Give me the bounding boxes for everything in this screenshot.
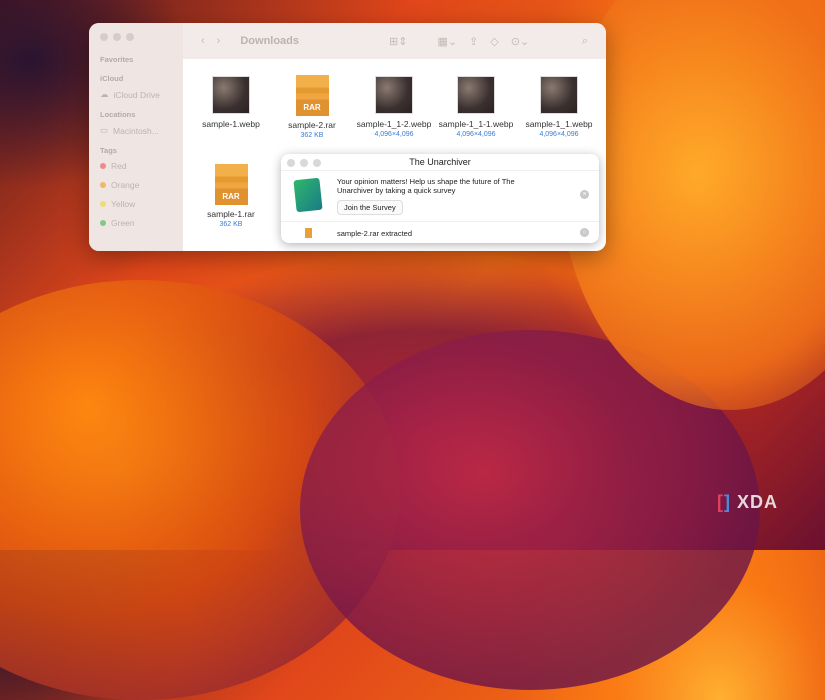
- more-icon[interactable]: ⊙⌄: [511, 35, 529, 48]
- rar-icon: RAR: [214, 164, 248, 205]
- minimize-button[interactable]: [300, 159, 308, 167]
- file-info: 362 KB: [300, 132, 324, 139]
- window-title: Downloads: [240, 35, 300, 47]
- file-item[interactable]: sample-1_1.webp 4,096×4,096: [518, 76, 600, 138]
- forward-icon[interactable]: ›: [217, 35, 221, 47]
- tag-dot-icon: [100, 201, 106, 207]
- sidebar-tag-red[interactable]: Red: [100, 161, 172, 171]
- share-icon[interactable]: ⇪: [469, 35, 478, 48]
- file-info: 4,096×4,096: [539, 131, 579, 138]
- xda-watermark: [] XDA: [717, 492, 779, 512]
- section-locations: Locations: [100, 110, 136, 119]
- file-info: 362 KB: [219, 221, 243, 228]
- window-controls[interactable]: [100, 33, 172, 41]
- reveal-icon[interactable]: ○: [580, 228, 589, 237]
- zoom-button[interactable]: [313, 159, 321, 167]
- join-survey-button[interactable]: Join the Survey: [337, 200, 403, 215]
- file-name: sample-1.rar: [207, 209, 255, 219]
- sidebar-tag-green[interactable]: Green: [100, 218, 172, 228]
- file-info: 4,096×4,096: [374, 131, 414, 138]
- file-name: sample-1_1.webp: [525, 119, 593, 129]
- section-icloud: iCloud: [100, 74, 124, 83]
- sidebar-item-label: Red: [111, 161, 127, 171]
- image-thumbnail: [375, 76, 413, 114]
- survey-message: Your opinion matters! Help us shape the …: [337, 177, 515, 195]
- extraction-row: sample-2.rar extracted ○: [281, 221, 599, 243]
- status-text: sample-2.rar extracted: [337, 229, 413, 238]
- sidebar-item-label: Macintosh...: [113, 125, 159, 136]
- sidebar-item-icloud-drive[interactable]: ☁ iCloud Drive: [100, 89, 172, 100]
- file-item[interactable]: RAR sample-1.rar 362 KB: [190, 164, 272, 228]
- image-thumbnail: [540, 76, 578, 114]
- sidebar-item-label: Orange: [111, 180, 140, 190]
- sidebar-tag-yellow[interactable]: Yellow: [100, 199, 172, 209]
- search-icon[interactable]: ⌕: [582, 35, 588, 48]
- section-favorites: Favorites: [100, 55, 134, 64]
- disk-icon: ▭: [100, 125, 109, 135]
- unarchiver-dialog: The Unarchiver Your opinion matters! Hel…: [281, 154, 599, 243]
- window-controls[interactable]: [287, 159, 321, 167]
- close-button[interactable]: [287, 159, 295, 167]
- back-icon[interactable]: ‹: [201, 35, 205, 47]
- tag-dot-icon: [100, 182, 106, 188]
- minimize-button[interactable]: [113, 33, 121, 41]
- file-name: sample-1.webp: [202, 119, 260, 129]
- dialog-title: The Unarchiver: [409, 157, 471, 167]
- sidebar-tag-orange[interactable]: Orange: [100, 180, 172, 190]
- sidebar-item-label: Green: [111, 218, 135, 228]
- tag-dot-icon: [100, 220, 106, 226]
- tag-icon[interactable]: ◇: [490, 35, 498, 48]
- survey-icon: [293, 177, 323, 213]
- tag-dot-icon: [100, 163, 106, 169]
- file-item[interactable]: sample-1_1-1.webp 4,096×4,096: [435, 76, 517, 138]
- image-thumbnail: [457, 76, 495, 114]
- file-item[interactable]: RAR sample-2.rar 362 KB: [271, 75, 353, 139]
- cloud-icon: ☁: [100, 89, 109, 99]
- sidebar: Favorites iCloud ☁ iCloud Drive Locations…: [89, 23, 183, 251]
- section-tags: Tags: [100, 146, 117, 155]
- toolbar: ‹ › Downloads ⊞⇕ ▦⌄ ⇪ ◇ ⊙⌄ ⌕: [183, 23, 606, 59]
- view-toggle-icon[interactable]: ⊞⇕: [389, 35, 407, 48]
- watermark-text: XDA: [737, 492, 779, 512]
- image-thumbnail: [212, 76, 250, 114]
- file-name: sample-2.rar: [288, 120, 336, 130]
- group-icon[interactable]: ▦⌄: [437, 35, 457, 48]
- file-name: sample-1_1-2.webp: [356, 119, 432, 129]
- close-button[interactable]: [100, 33, 108, 41]
- rar-file-icon: [305, 228, 312, 238]
- sidebar-item-label: iCloud Drive: [113, 89, 160, 100]
- rar-icon: RAR: [295, 75, 329, 116]
- sidebar-item-macintosh[interactable]: ▭ Macintosh...: [100, 125, 172, 136]
- file-name: sample-1_1-1.webp: [438, 119, 514, 129]
- zoom-button[interactable]: [126, 33, 134, 41]
- dismiss-icon[interactable]: ×: [580, 190, 589, 199]
- sidebar-item-label: Yellow: [111, 199, 136, 209]
- file-item[interactable]: sample-1.webp: [190, 76, 272, 129]
- file-info: 4,096×4,096: [456, 131, 496, 138]
- file-item[interactable]: sample-1_1-2.webp 4,096×4,096: [353, 76, 435, 138]
